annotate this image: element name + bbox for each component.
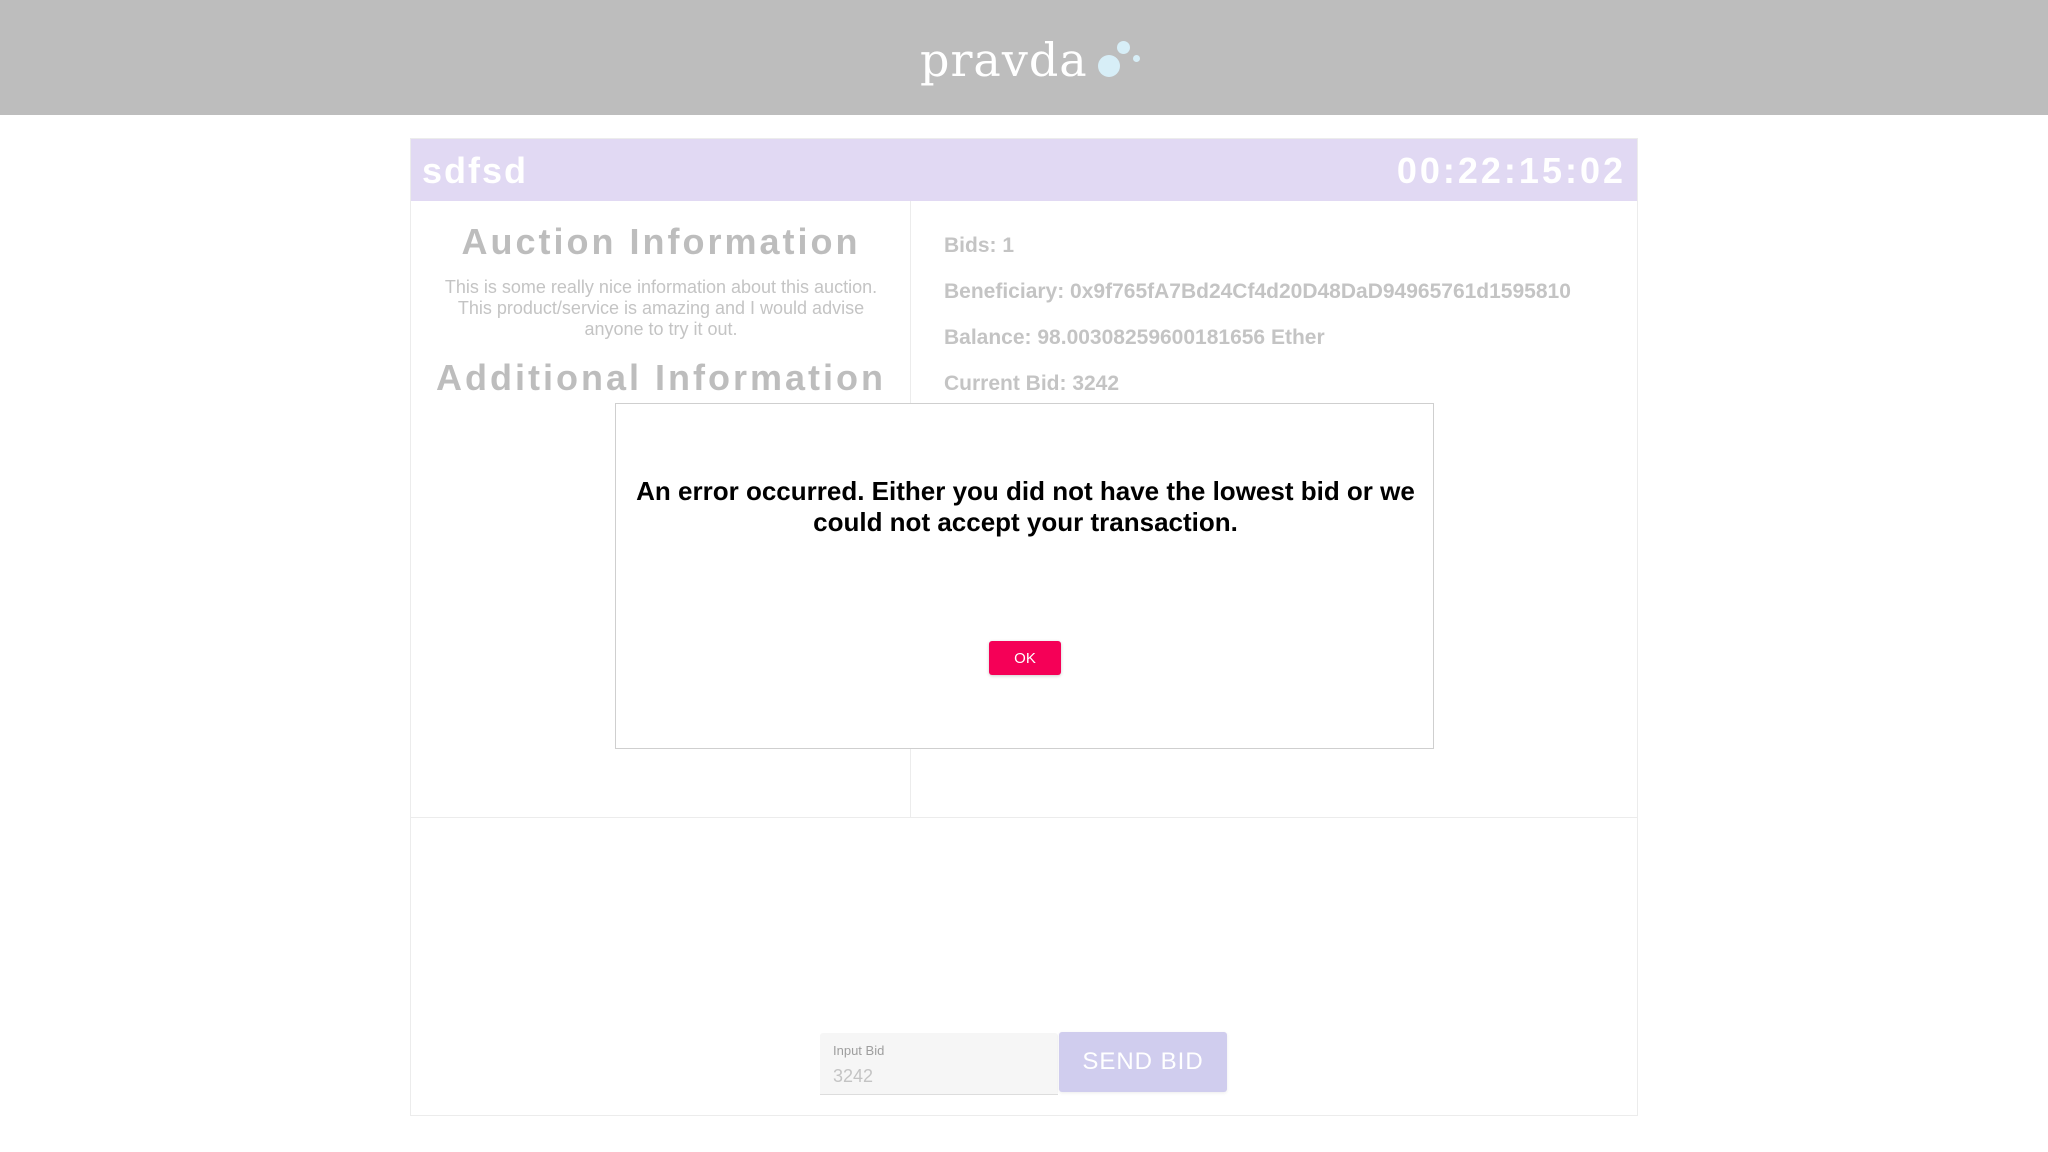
- top-bar: pravda: [0, 0, 2048, 115]
- bid-input-label: Input Bid: [833, 1043, 885, 1058]
- send-bid-button[interactable]: SEND BID: [1059, 1032, 1227, 1092]
- current-bid-value: Current Bid: 3242: [944, 372, 1120, 395]
- auction-info-title: Auction Information: [461, 221, 861, 262]
- error-message: An error occurred. Either you did not ha…: [636, 476, 1415, 537]
- error-dialog: An error occurred. Either you did not ha…: [615, 403, 1434, 749]
- additional-info-title: Additional Information: [436, 357, 886, 398]
- logo-text: pravda: [920, 33, 1088, 87]
- countdown-timer: 00:22:15:02: [1396, 150, 1626, 191]
- auction-info-text: This is some really nice information abo…: [444, 277, 878, 339]
- logo-bubbles-icon: [1096, 35, 1146, 85]
- balance-value: Balance: 98.00308259600181656 Ether: [944, 326, 1325, 349]
- section-divider: [411, 817, 1637, 818]
- bid-input-field[interactable]: Input Bid: [820, 1033, 1058, 1095]
- ok-button[interactable]: OK: [989, 641, 1061, 675]
- bids-count: Bids: 1: [944, 234, 1015, 257]
- bid-input[interactable]: [833, 1063, 1043, 1089]
- pravda-logo[interactable]: pravda: [920, 30, 1146, 90]
- beneficiary-address: Beneficiary: 0x9f765fA7Bd24Cf4d20D48DaD9…: [944, 280, 1571, 303]
- auction-card-header: sdfsd 00:22:15:02: [411, 139, 1637, 201]
- auction-name: sdfsd: [422, 150, 529, 191]
